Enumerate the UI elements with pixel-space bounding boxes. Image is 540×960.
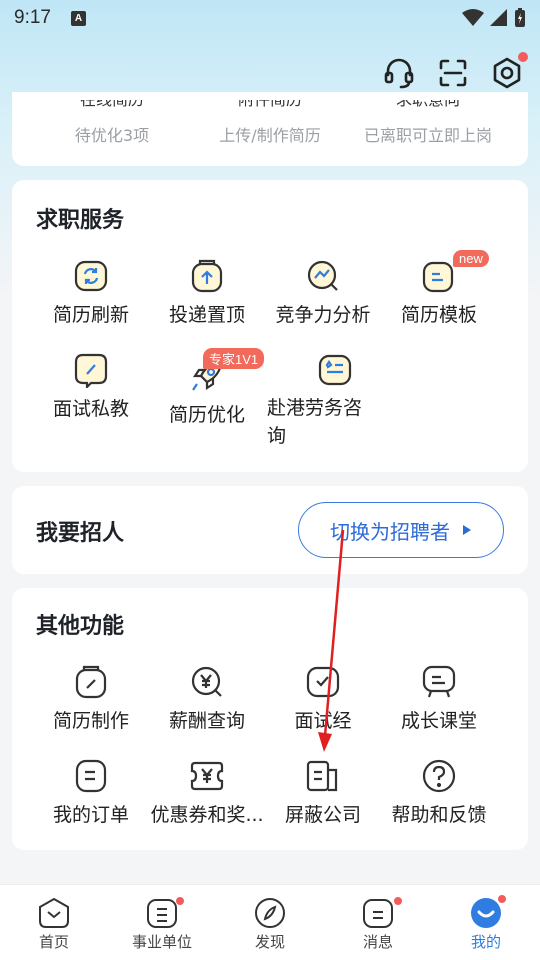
bottom-nav: 首页 事业单位 发现 消息 我的 <box>0 884 540 960</box>
profile-icon <box>471 898 501 928</box>
message-icon <box>363 899 393 928</box>
stat-title: 求职意向 <box>396 100 460 110</box>
settings-notification-dot <box>518 52 528 62</box>
institution-icon <box>147 899 177 928</box>
recruit-card: 我要招人 切换为招聘者 <box>12 486 528 574</box>
scan-button[interactable] <box>436 56 470 90</box>
function-label: 成长课堂 <box>400 710 477 732</box>
function-interview-exp[interactable]: 面试经 <box>259 664 387 733</box>
function-label: 薪酬查询 <box>168 710 245 732</box>
headset-icon <box>384 58 414 89</box>
service-label: 简历刷新 <box>52 304 129 326</box>
status-indicators <box>462 8 526 28</box>
service-pin-top[interactable]: 投递置顶 <box>143 258 271 327</box>
nav-messages[interactable]: 消息 <box>324 897 432 952</box>
messages-notification-dot <box>394 897 402 905</box>
discover-icon <box>255 898 285 928</box>
new-badge: new <box>453 250 489 267</box>
institution-notification-dot <box>176 897 184 905</box>
service-label: 投递置顶 <box>168 304 245 326</box>
service-label: 竞争力分析 <box>275 304 371 326</box>
switch-label: 切换为招聘者 <box>330 519 450 544</box>
status-time: 9:17 <box>14 7 51 28</box>
coupon-icon <box>190 761 224 791</box>
profile-notification-dot <box>498 895 506 903</box>
stat-subtitle: 已离职可立即上岗 <box>363 126 492 145</box>
consult-icon <box>318 354 352 386</box>
home-icon <box>39 897 69 928</box>
job-services-card: 求职服务 简历刷新 投递置顶 竞争力分析 简历模板 new 面试私教 简历优化 … <box>12 180 528 472</box>
block-company-icon <box>306 760 338 792</box>
interview-coach-icon <box>74 353 108 388</box>
expert-badge: 专家1V1 <box>203 348 265 369</box>
play-arrow-icon <box>463 525 471 535</box>
service-label: 赴港劳务咨询 <box>267 397 363 447</box>
interview-check-icon <box>306 666 340 698</box>
function-label: 我的订单 <box>52 804 129 826</box>
service-label: 面试私教 <box>52 398 129 420</box>
salary-search-icon <box>191 666 222 697</box>
status-bar: 9:17 A <box>0 0 540 36</box>
function-my-orders[interactable]: 我的订单 <box>27 758 155 827</box>
analysis-icon <box>307 260 338 291</box>
other-functions-title: 其他功能 <box>36 614 125 639</box>
function-label: 面试经 <box>294 710 352 732</box>
service-hk-labor-consult[interactable]: 赴港劳务咨询 <box>259 352 379 450</box>
accessibility-a-icon: A <box>70 10 86 26</box>
function-label: 屏蔽公司 <box>284 804 361 826</box>
function-label: 优惠券和奖... <box>150 804 264 826</box>
service-resume-refresh[interactable]: 简历刷新 <box>27 258 155 327</box>
help-icon <box>422 759 456 793</box>
nav-profile[interactable]: 我的 <box>432 895 540 952</box>
refresh-doc-icon <box>74 260 108 292</box>
recruit-title: 我要招人 <box>36 521 125 546</box>
function-label: 帮助和反馈 <box>391 804 487 826</box>
service-label: 简历优化 <box>168 404 245 426</box>
function-growth-class[interactable]: 成长课堂 <box>375 664 503 733</box>
nav-discover[interactable]: 发现 <box>216 897 324 952</box>
service-interview-coach[interactable]: 面试私教 <box>27 352 155 421</box>
settings-button[interactable] <box>490 52 528 90</box>
function-help-feedback[interactable]: 帮助和反馈 <box>375 758 503 827</box>
template-icon <box>422 261 454 293</box>
wifi-icon <box>462 9 484 26</box>
nav-label: 发现 <box>254 933 285 951</box>
function-resume-make[interactable]: 简历制作 <box>27 664 155 733</box>
profile-stats-card: 在线简历 待优化3项 附件简历 上传/制作简历 求职意向 已离职可立即上岗 <box>12 92 528 166</box>
other-functions-card: 其他功能 简历制作 薪酬查询 面试经 成长课堂 我的订单 优惠券和奖... 屏蔽… <box>12 588 528 850</box>
service-label: 简历模板 <box>400 304 477 326</box>
function-block-company[interactable]: 屏蔽公司 <box>259 758 387 827</box>
settings-hex-icon <box>493 57 521 89</box>
order-icon <box>75 759 107 793</box>
service-resume-optimize[interactable]: 简历优化 专家1V1 <box>143 348 271 427</box>
service-competitiveness[interactable]: 竞争力分析 <box>259 258 387 327</box>
service-resume-template[interactable]: 简历模板 new <box>375 250 503 327</box>
nav-label: 我的 <box>470 933 501 951</box>
nav-label: 事业单位 <box>131 933 192 951</box>
battery-icon <box>515 8 525 27</box>
stat-title: 附件简历 <box>238 100 302 110</box>
nav-institution[interactable]: 事业单位 <box>108 897 216 952</box>
resume-edit-icon <box>75 665 107 699</box>
nav-label: 消息 <box>362 933 393 951</box>
stat-title: 在线简历 <box>80 100 144 110</box>
function-coupons[interactable]: 优惠券和奖... <box>143 758 271 827</box>
signal-icon <box>490 9 507 26</box>
stat-subtitle: 上传/制作简历 <box>219 126 321 145</box>
header-actions <box>382 52 528 90</box>
customer-service-button[interactable] <box>382 56 416 90</box>
scan-icon <box>439 59 467 87</box>
nav-label: 首页 <box>38 933 69 951</box>
pin-top-icon <box>191 259 223 293</box>
nav-home[interactable]: 首页 <box>0 897 108 952</box>
function-salary-search[interactable]: 薪酬查询 <box>143 664 271 733</box>
function-label: 简历制作 <box>52 710 129 732</box>
stat-subtitle: 待优化3项 <box>74 126 150 145</box>
switch-to-recruiter-button[interactable]: 切换为招聘者 <box>298 502 504 558</box>
job-services-title: 求职服务 <box>36 208 125 233</box>
classroom-icon <box>422 665 456 698</box>
